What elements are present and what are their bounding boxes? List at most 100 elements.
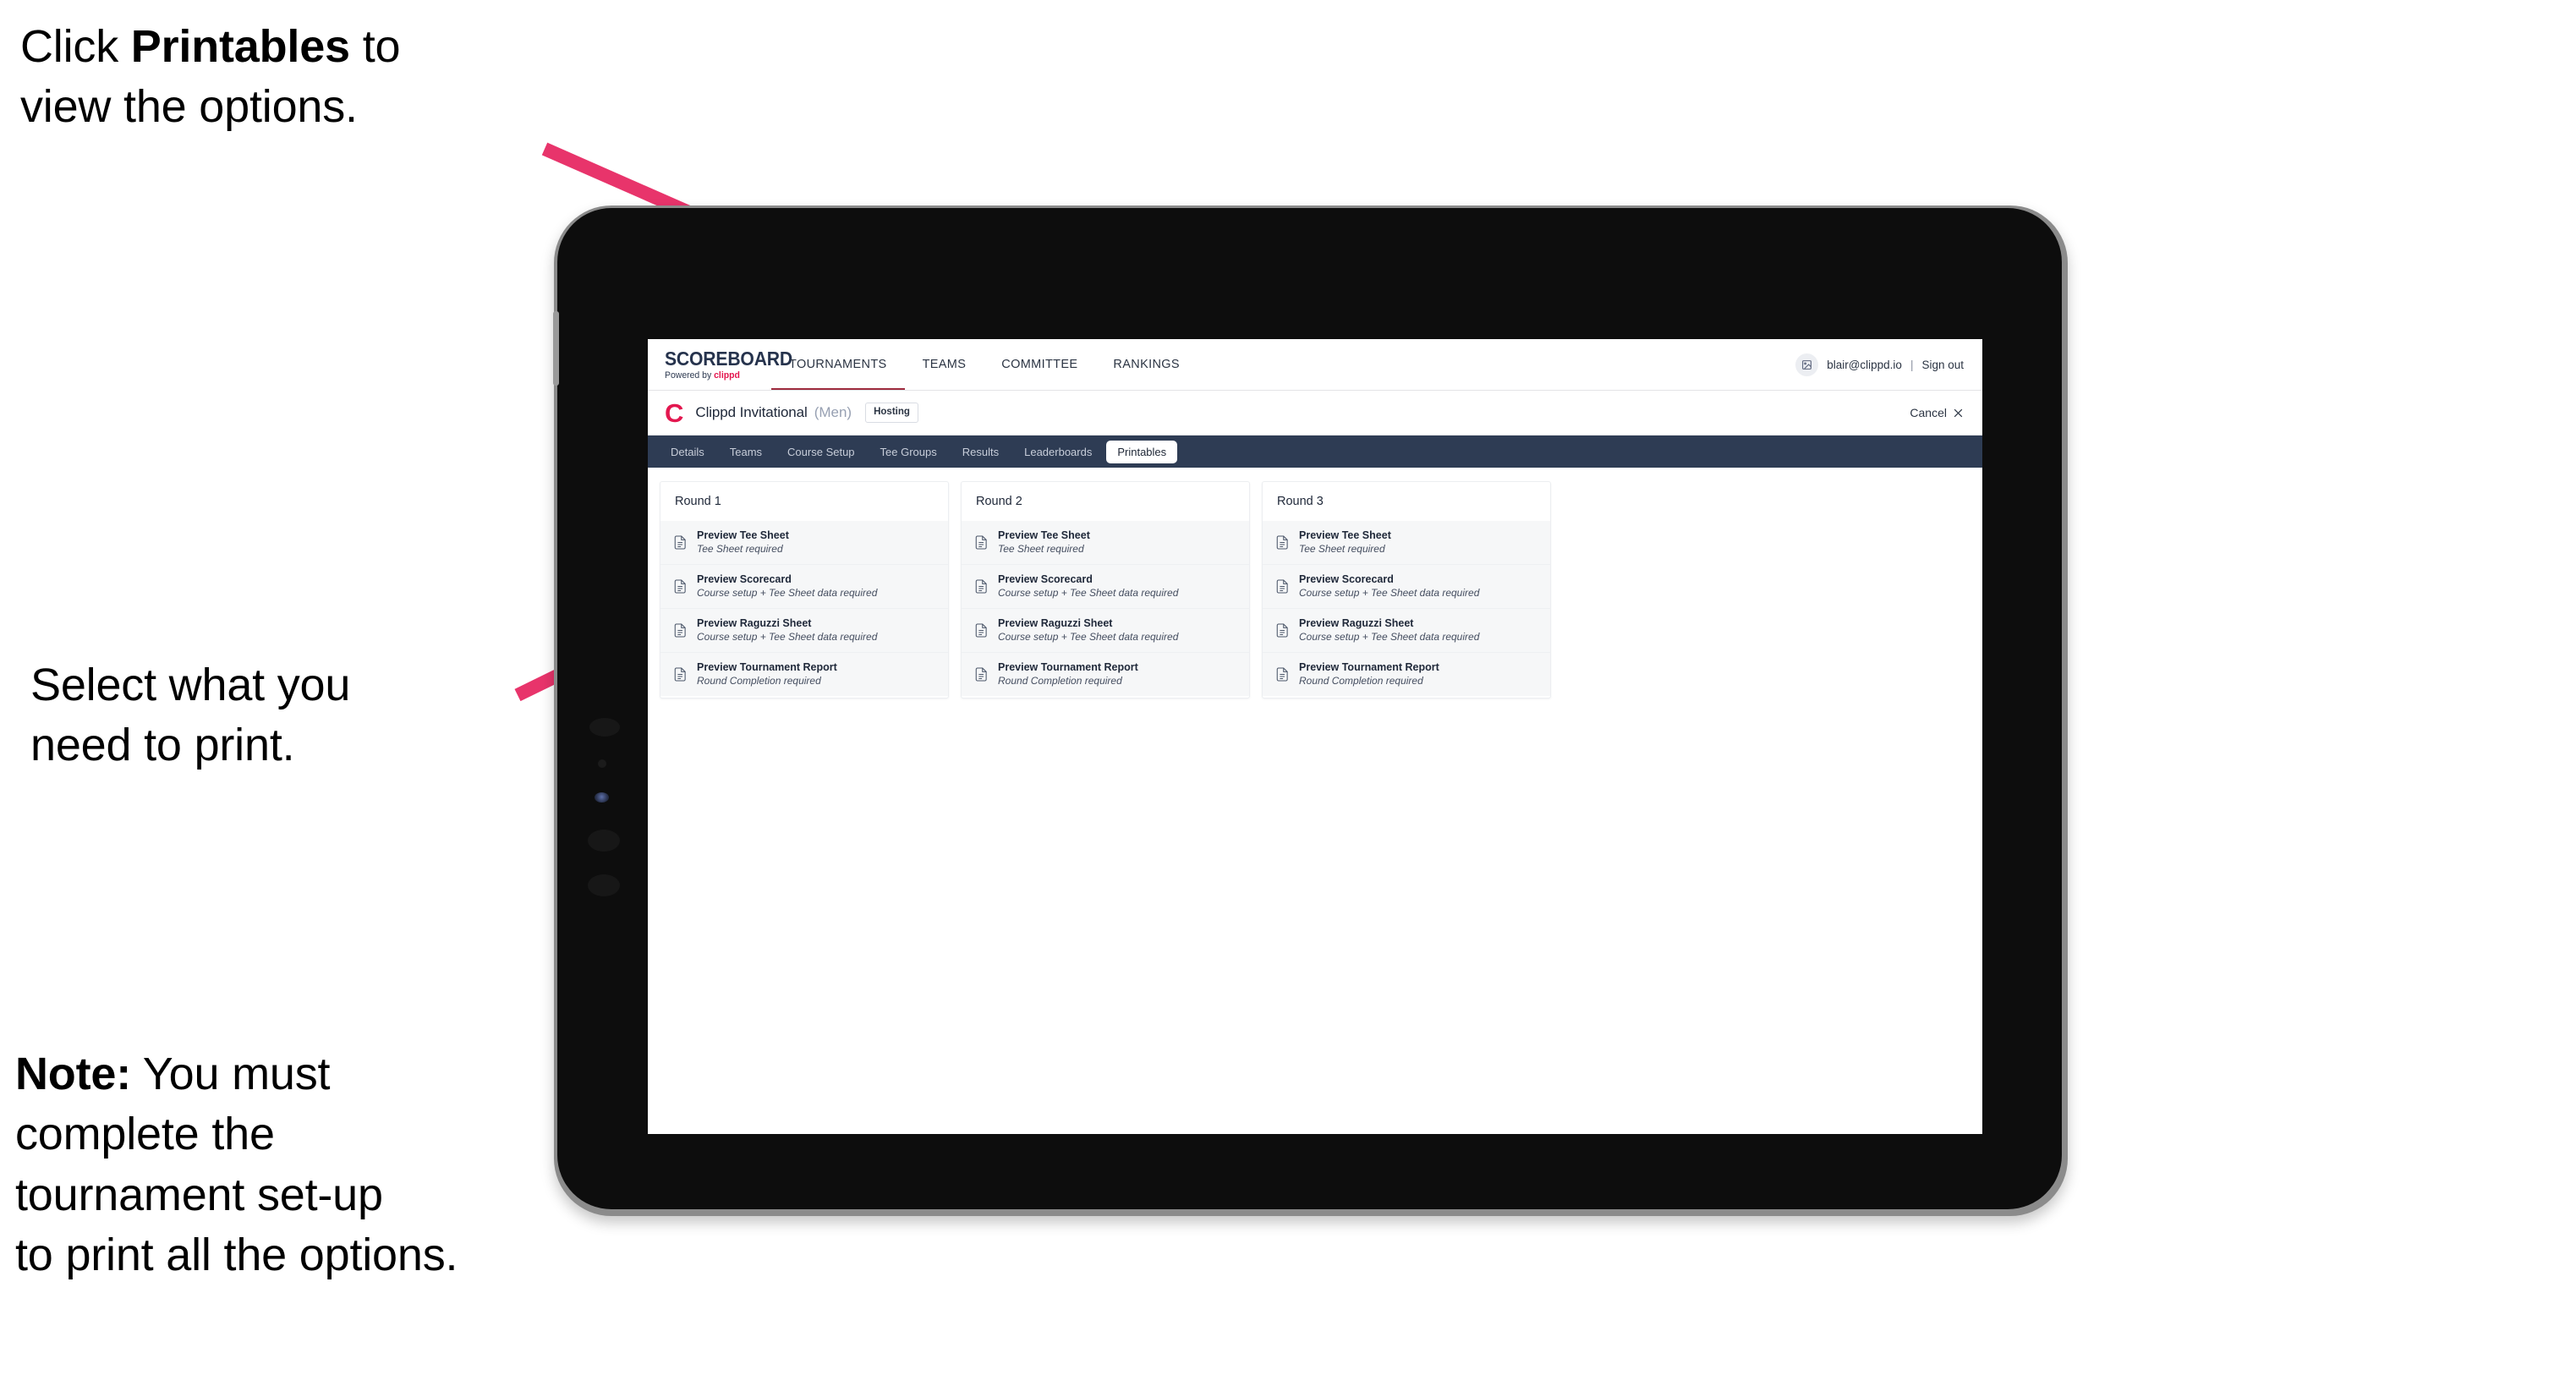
printable-requirement: Course setup + Tee Sheet data required <box>697 631 878 644</box>
printable-requirement: Round Completion required <box>1299 675 1423 688</box>
annotation-click-printables: Click Printables to view the options. <box>20 17 562 138</box>
nav-item-committee-label: COMMITTEE <box>1001 358 1078 371</box>
tablet-status-led-icon <box>595 792 609 803</box>
printable-item-tee-sheet-r1[interactable]: Preview Tee Sheet Tee Sheet required <box>660 520 948 564</box>
account-separator: | <box>1910 358 1914 371</box>
tab-course-setup[interactable]: Course Setup <box>776 441 866 463</box>
printable-title: Preview Tee Sheet <box>697 529 789 541</box>
tablet-speaker-icon <box>589 718 620 737</box>
tab-details[interactable]: Details <box>660 441 715 463</box>
printable-requirement: Tee Sheet required <box>697 542 783 555</box>
round-card-1-items: Preview Tee Sheet Tee Sheet required Pre… <box>660 520 948 698</box>
primary-nav: TOURNAMENTS TEAMS COMMITTEE RANKINGS <box>771 339 1198 390</box>
annotation-select-what-to-print: Select what you need to print. <box>30 655 555 776</box>
printable-title: Preview Tee Sheet <box>1299 529 1391 541</box>
clippd-logo-icon: C <box>665 397 684 428</box>
nav-item-teams-label: TEAMS <box>922 358 967 371</box>
printable-item-scorecard-r3[interactable]: Preview Scorecard Course setup + Tee She… <box>1263 563 1550 608</box>
nav-item-rankings[interactable]: RANKINGS <box>1095 339 1198 390</box>
printable-item-raguzzi-sheet-r3[interactable]: Preview Raguzzi Sheet Course setup + Tee… <box>1263 607 1550 653</box>
brand-tagline-prefix: Powered by <box>665 370 715 381</box>
printable-title: Preview Tournament Report <box>697 661 837 674</box>
printable-title: Preview Raguzzi Sheet <box>697 616 812 629</box>
tab-tee-groups-label: Tee Groups <box>880 445 937 458</box>
round-card-2-title: Round 2 <box>976 495 1022 508</box>
app-top-bar: SCOREBOARD Powered by clippd TOURNAMENTS… <box>648 339 1982 391</box>
printable-item-tournament-report-r1[interactable]: Preview Tournament Report Round Completi… <box>660 652 948 697</box>
tournament-gender: (Men) <box>814 404 852 420</box>
nav-item-rankings-label: RANKINGS <box>1113 358 1180 371</box>
round-card-2: Round 2 Preview Tee Sheet Tee Sheet requ… <box>961 481 1250 699</box>
tab-printables[interactable]: Printables <box>1106 440 1178 463</box>
nav-item-committee[interactable]: COMMITTEE <box>984 339 1095 390</box>
user-email: blair@clippd.io <box>1827 358 1902 371</box>
round-card-1-title: Round 1 <box>675 495 721 508</box>
account-area: blair@clippd.io | Sign out <box>1795 339 1982 390</box>
printable-title: Preview Scorecard <box>697 572 792 585</box>
tablet-device: SCOREBOARD Powered by clippd TOURNAMENTS… <box>553 205 2068 1216</box>
printable-requirement: Round Completion required <box>998 675 1122 688</box>
document-icon <box>975 667 988 682</box>
document-icon <box>1276 667 1289 682</box>
document-icon <box>674 667 687 682</box>
avatar[interactable] <box>1795 353 1819 376</box>
close-icon <box>1954 408 1963 417</box>
printable-requirement: Course setup + Tee Sheet data required <box>998 631 1179 644</box>
printable-requirement: Course setup + Tee Sheet data required <box>1299 587 1480 600</box>
brand-name: SCOREBOARD <box>665 347 792 370</box>
printable-item-tee-sheet-r2[interactable]: Preview Tee Sheet Tee Sheet required <box>962 520 1249 564</box>
annotation-click-lead: Click <box>20 21 131 72</box>
printable-requirement: Tee Sheet required <box>1299 542 1385 555</box>
printable-item-raguzzi-sheet-r2[interactable]: Preview Raguzzi Sheet Course setup + Tee… <box>962 607 1249 653</box>
document-icon <box>975 535 988 550</box>
tablet-speaker-icon-2 <box>588 830 620 852</box>
tab-tee-groups[interactable]: Tee Groups <box>869 441 948 463</box>
tablet-screen: SCOREBOARD Powered by clippd TOURNAMENTS… <box>648 339 1982 1134</box>
tablet-bezel: SCOREBOARD Powered by clippd TOURNAMENTS… <box>553 208 2062 1209</box>
round-card-1: Round 1 Preview Tee Sheet Tee Sheet requ… <box>660 481 949 699</box>
tab-teams[interactable]: Teams <box>719 441 773 463</box>
printable-requirement: Tee Sheet required <box>998 542 1084 555</box>
brand-tagline-clippd: clippd <box>714 370 740 381</box>
tablet-power-button[interactable] <box>553 311 559 386</box>
printable-item-tournament-report-r2[interactable]: Preview Tournament Report Round Completi… <box>962 652 1249 697</box>
tournament-header: C Clippd Invitational (Men) Hosting Canc… <box>648 391 1982 436</box>
printable-requirement: Course setup + Tee Sheet data required <box>998 587 1179 600</box>
printable-title: Preview Scorecard <box>1299 572 1394 585</box>
scoreboard-logo[interactable]: SCOREBOARD Powered by clippd <box>648 339 792 390</box>
cancel-button[interactable]: Cancel <box>1910 406 1964 419</box>
tab-leaderboards[interactable]: Leaderboards <box>1013 441 1103 463</box>
tab-printables-label: Printables <box>1117 445 1167 458</box>
tab-leaderboards-label: Leaderboards <box>1024 445 1093 458</box>
tablet-camera-icon <box>598 759 606 768</box>
nav-item-tournaments-label: TOURNAMENTS <box>789 358 887 371</box>
document-icon <box>674 535 687 550</box>
printable-title: Preview Raguzzi Sheet <box>998 616 1113 629</box>
printable-item-tee-sheet-r3[interactable]: Preview Tee Sheet Tee Sheet required <box>1263 520 1550 564</box>
printable-item-scorecard-r1[interactable]: Preview Scorecard Course setup + Tee She… <box>660 563 948 608</box>
tournament-name: Clippd Invitational <box>695 404 808 420</box>
printable-title: Preview Tournament Report <box>998 661 1138 674</box>
nav-item-teams[interactable]: TEAMS <box>905 339 984 390</box>
printable-title: Preview Scorecard <box>998 572 1093 585</box>
printable-item-raguzzi-sheet-r1[interactable]: Preview Raguzzi Sheet Course setup + Tee… <box>660 607 948 653</box>
tab-details-label: Details <box>671 445 704 458</box>
printable-requirement: Course setup + Tee Sheet data required <box>1299 631 1480 644</box>
sign-out-link[interactable]: Sign out <box>1921 359 1964 371</box>
printable-requirement: Round Completion required <box>697 675 821 688</box>
tournament-tab-bar: Details Teams Course Setup Tee Groups Re… <box>648 436 1982 468</box>
printable-item-scorecard-r2[interactable]: Preview Scorecard Course setup + Tee She… <box>962 563 1249 608</box>
printable-item-tournament-report-r3[interactable]: Preview Tournament Report Round Completi… <box>1263 652 1550 697</box>
nav-item-tournaments[interactable]: TOURNAMENTS <box>771 339 905 390</box>
printable-title: Preview Raguzzi Sheet <box>1299 616 1414 629</box>
document-icon <box>975 579 988 594</box>
tablet-speaker-icon-3 <box>588 874 620 896</box>
cancel-button-label: Cancel <box>1910 406 1947 419</box>
tab-course-setup-label: Course Setup <box>787 445 855 458</box>
document-icon <box>674 579 687 594</box>
round-card-2-items: Preview Tee Sheet Tee Sheet required Pre… <box>962 520 1249 698</box>
printable-title: Preview Tournament Report <box>1299 661 1439 674</box>
tab-results[interactable]: Results <box>951 441 1010 463</box>
tab-teams-label: Teams <box>729 445 763 458</box>
printable-title: Preview Tee Sheet <box>998 529 1090 541</box>
